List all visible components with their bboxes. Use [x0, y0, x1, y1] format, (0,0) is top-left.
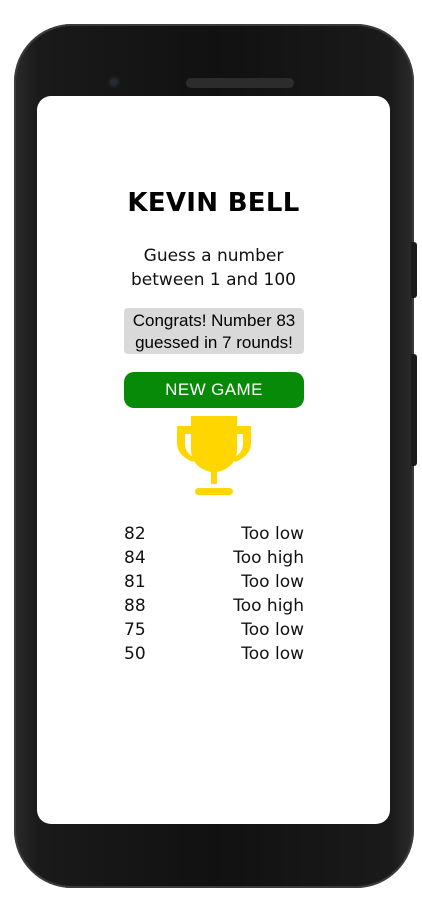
earpiece-speaker [186, 78, 294, 88]
result-line-2: guessed in 7 rounds! [135, 333, 293, 352]
history-hint: Too high [233, 596, 304, 616]
history-hint: Too low [241, 572, 304, 592]
guess-history-list: 82 Too low 84 Too high 81 Too low 88 Too… [124, 522, 304, 666]
history-row: 50 Too low [124, 642, 304, 666]
trophy-icon [177, 416, 251, 495]
power-button [411, 354, 417, 466]
app-screen: KEVIN BELL Guess a number between 1 and … [37, 96, 390, 824]
history-guess: 50 [124, 644, 146, 664]
history-row: 84 Too high [124, 546, 304, 570]
history-row: 82 Too low [124, 522, 304, 546]
history-row: 75 Too low [124, 618, 304, 642]
player-name-title: KEVIN BELL [127, 188, 300, 218]
history-hint: Too low [241, 524, 304, 544]
volume-button [411, 242, 417, 298]
history-hint: Too low [241, 620, 304, 640]
history-hint: Too low [241, 644, 304, 664]
history-guess: 81 [124, 572, 146, 592]
instructions-line-2: between 1 and 100 [131, 270, 296, 290]
history-guess: 82 [124, 524, 146, 544]
history-row: 88 Too high [124, 594, 304, 618]
history-guess: 84 [124, 548, 146, 568]
front-camera [108, 76, 120, 88]
instructions-text: Guess a number between 1 and 100 [37, 244, 390, 292]
result-message: Congrats! Number 83 guessed in 7 rounds! [124, 308, 304, 354]
history-guess: 75 [124, 620, 146, 640]
history-guess: 88 [124, 596, 146, 616]
instructions-line-1: Guess a number [143, 246, 284, 266]
history-hint: Too high [233, 548, 304, 568]
result-line-1: Congrats! Number 83 [132, 311, 296, 330]
new-game-button[interactable]: NEW GAME [124, 372, 304, 408]
history-row: 81 Too low [124, 570, 304, 594]
